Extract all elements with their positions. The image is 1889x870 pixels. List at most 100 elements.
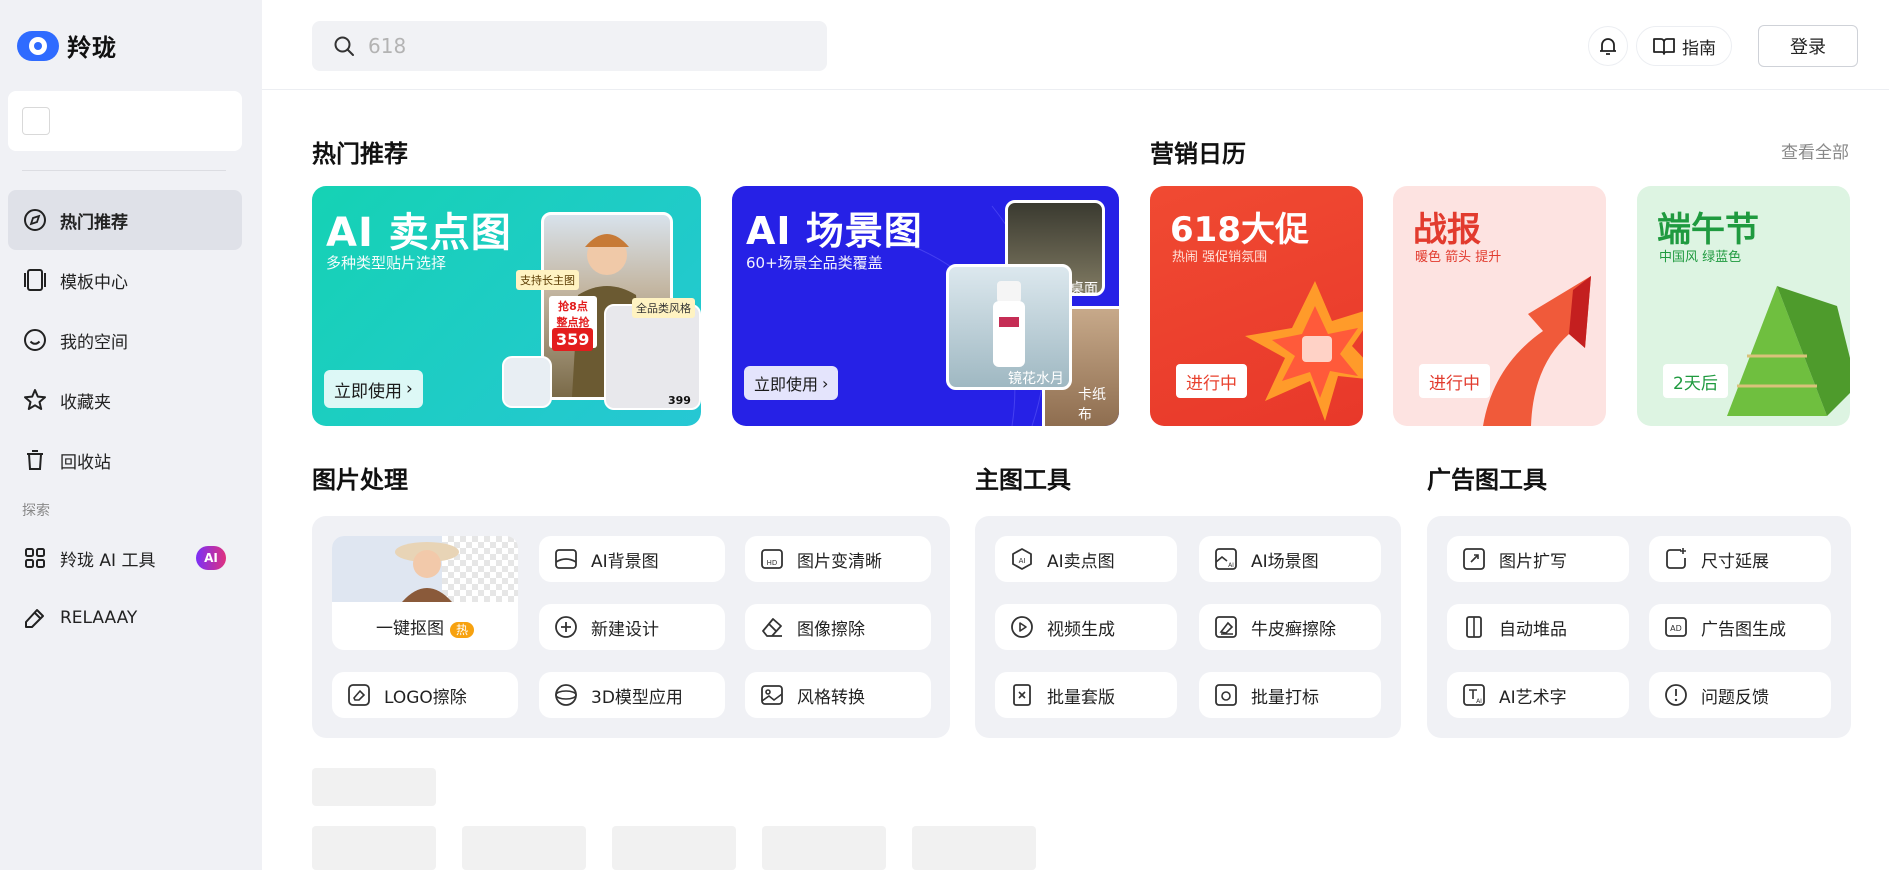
tool-enhance-clarity[interactable]: HD 图片变清晰 — [745, 536, 931, 582]
sidebar-item-label: RELAAAY — [60, 608, 138, 628]
compass-icon — [24, 209, 46, 231]
sidebar-item-hot[interactable]: 热门推荐 — [8, 190, 242, 250]
see-all-link[interactable]: 查看全部 — [1781, 138, 1849, 163]
sidebar-item-trash[interactable]: 回收站 — [8, 430, 242, 490]
calendar-card-title: 战报 — [1413, 210, 1481, 250]
sidebar-item-ai-tools[interactable]: 羚珑 AI 工具 AI — [8, 528, 242, 588]
tool-label: 批量套版 — [1047, 687, 1115, 708]
banner-ai-selling-point[interactable]: AI 卖点图 多种类型贴片选择 支持长主图 抢8点整点抢购 359 全品类风格 … — [312, 186, 701, 426]
tool-ai-selling-point[interactable]: AI AI卖点图 — [995, 536, 1177, 582]
calendar-card-dragon-boat[interactable]: 端午节 中国风 绿蓝色 2天后 — [1637, 186, 1850, 426]
login-button[interactable]: 登录 — [1758, 25, 1858, 67]
svg-text:AD: AD — [1670, 624, 1682, 633]
tool-new-design[interactable]: 新建设计 — [539, 604, 725, 650]
calendar-card-title: 端午节 — [1657, 210, 1759, 250]
section-title-hot: 热门推荐 — [312, 140, 408, 168]
panel-main-tools: AI AI卖点图 AI AI场景图 视频生成 牛皮癣擦除 批量套版 批量打标 — [975, 516, 1401, 738]
banner-cta-label: 立即使用 — [334, 381, 402, 402]
avatar[interactable] — [22, 107, 50, 135]
chevron-right-icon: › — [406, 379, 413, 399]
tool-label: AI艺术字 — [1499, 687, 1567, 708]
ai-badge: AI — [196, 546, 226, 570]
tool-label: 牛皮癣擦除 — [1251, 619, 1336, 640]
calendar-card-subtitle: 热闹 强促销氛围 — [1172, 250, 1268, 265]
banner-tag: 卡纸布 — [1078, 387, 1106, 423]
search-input[interactable] — [368, 34, 808, 58]
tool-label: 3D模型应用 — [591, 687, 683, 708]
tool-label: 视频生成 — [1047, 619, 1115, 640]
plus-circle-icon — [555, 616, 577, 638]
app-logo[interactable]: 羚珑 — [17, 28, 117, 63]
tool-label: 广告图生成 — [1701, 619, 1786, 640]
arrow-up-icon — [1483, 276, 1591, 426]
sidebar-item-favorites[interactable]: 收藏夹 — [8, 370, 242, 430]
sidebar-item-templates[interactable]: 模板中心 — [8, 250, 242, 310]
guide-button[interactable]: 指南 — [1636, 26, 1732, 66]
banner-ai-scene[interactable]: AI 场景图 60+场景全品类覆盖 桌面 卡纸布 镜花水月 立即使用 › — [732, 186, 1119, 426]
loading-skeleton — [762, 826, 886, 870]
user-card[interactable] — [8, 91, 242, 151]
svg-text:AI: AI — [1019, 557, 1026, 565]
tool-image-expand[interactable]: 图片扩写 — [1447, 536, 1629, 582]
search-bar[interactable] — [312, 21, 827, 71]
tool-image-erase[interactable]: 图像擦除 — [745, 604, 931, 650]
sidebar-item-label: 热门推荐 — [60, 212, 128, 233]
banner-tag: 支持长主图 — [516, 270, 579, 290]
tool-psoriasis-erase[interactable]: 牛皮癣擦除 — [1199, 604, 1381, 650]
style-icon — [761, 685, 783, 705]
banner-tag: 全品类风格 — [632, 298, 695, 318]
hd-icon: HD — [761, 549, 783, 569]
notification-button[interactable] — [1588, 26, 1628, 66]
batch-label-icon — [1215, 684, 1237, 706]
calendar-card-subtitle: 中国风 绿蓝色 — [1659, 250, 1742, 265]
ad-icon: AD — [1665, 617, 1687, 637]
section-title-image-processing: 图片处理 — [312, 466, 408, 494]
panel-ad-tools: 图片扩写 尺寸延展 自动堆品 AD 广告图生成 AI AI艺术字 问题反馈 — [1427, 516, 1851, 738]
loading-skeleton — [912, 826, 1036, 870]
tool-label: AI场景图 — [1251, 551, 1319, 572]
banner-cta-button[interactable]: 立即使用 › — [324, 370, 423, 408]
tool-auto-stack[interactable]: 自动堆品 — [1447, 604, 1629, 650]
stack-icon — [1466, 616, 1482, 638]
banner-cta-button[interactable]: 立即使用 › — [744, 366, 839, 400]
tool-label: 风格转换 — [797, 687, 865, 708]
banner-title: AI 场景图 — [746, 209, 923, 253]
tool-size-extend[interactable]: 尺寸延展 — [1649, 536, 1831, 582]
tool-ad-generate[interactable]: AD 广告图生成 — [1649, 604, 1831, 650]
smile-icon — [24, 329, 46, 351]
tool-label: LOGO擦除 — [384, 687, 467, 708]
star-icon — [24, 389, 46, 410]
sidebar-item-label: 回收站 — [60, 452, 111, 473]
grid-icon — [25, 548, 45, 568]
tool-batch-label[interactable]: 批量打标 — [1199, 672, 1381, 718]
bell-icon — [1600, 38, 1616, 55]
tool-3d-model[interactable]: 3D模型应用 — [539, 672, 725, 718]
tool-label: 图片变清晰 — [797, 551, 882, 572]
hot-badge: 热 — [449, 622, 474, 638]
tool-ai-scene[interactable]: AI AI场景图 — [1199, 536, 1381, 582]
tool-batch-template[interactable]: 批量套版 — [995, 672, 1177, 718]
tool-video-generate[interactable]: 视频生成 — [995, 604, 1177, 650]
portrait-figure-icon — [395, 542, 459, 602]
calendar-card-title: 618大促 — [1170, 210, 1309, 250]
zongzi-icon — [1727, 286, 1850, 416]
tool-feedback[interactable]: 问题反馈 — [1649, 672, 1831, 718]
tool-logo-erase[interactable]: LOGO擦除 — [332, 672, 518, 718]
sidebar-item-label: 模板中心 — [60, 272, 128, 293]
ai-image-icon: AI — [1215, 548, 1237, 570]
tool-ai-background[interactable]: AI背景图 — [539, 536, 725, 582]
calendar-card-618[interactable]: 618大促 热闹 强促销氛围 进行中 — [1150, 186, 1363, 426]
svg-text:HD: HD — [767, 559, 778, 567]
sidebar-item-relaaay[interactable]: RELAAAY — [8, 588, 242, 648]
tool-style-transfer[interactable]: 风格转换 — [745, 672, 931, 718]
svg-text:AI: AI — [1476, 698, 1482, 705]
calendar-card-report[interactable]: 战报 暖色 箭头 提升 进行中 — [1393, 186, 1606, 426]
sidebar-item-space[interactable]: 我的空间 — [8, 310, 242, 370]
eraser-icon — [762, 618, 782, 637]
tool-cutout[interactable]: 一键抠图热 — [332, 536, 518, 650]
sidebar-explore: 羚珑 AI 工具 AI RELAAAY — [8, 528, 242, 648]
calendar-status: 进行中 — [1176, 364, 1247, 398]
cutout-preview-image — [332, 536, 518, 602]
sidebar-item-label: 收藏夹 — [60, 392, 111, 413]
tool-ai-art-text[interactable]: AI AI艺术字 — [1447, 672, 1629, 718]
